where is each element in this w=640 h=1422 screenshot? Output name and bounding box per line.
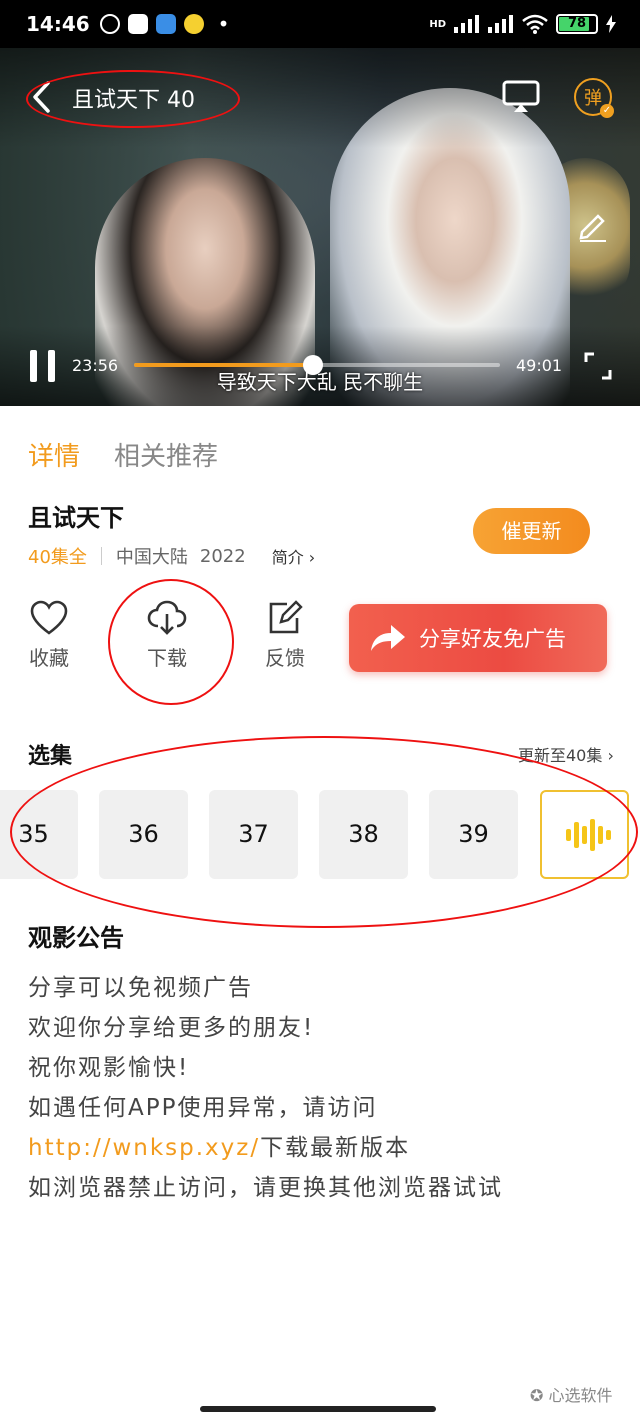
- pause-icon[interactable]: [30, 350, 56, 382]
- more-notifications-dot: •: [217, 12, 230, 36]
- wechat-icon: ✪: [530, 1386, 549, 1405]
- feedback-button[interactable]: 反馈: [250, 600, 320, 671]
- signal-icon-2: [488, 15, 513, 33]
- home-indicator[interactable]: [200, 1406, 436, 1412]
- episode-count: 40集全: [28, 547, 87, 568]
- annotation-ellipse-episodes: [10, 736, 638, 928]
- cast-icon[interactable]: [502, 80, 540, 114]
- edit-danmu-icon[interactable]: [576, 208, 610, 242]
- show-region: 中国大陆: [115, 547, 188, 568]
- share-arrow-icon: [371, 625, 405, 651]
- notice-line-5: http://wnksp.xyz/下载最新版本: [28, 1128, 410, 1162]
- notice-line-3: 祝你观影愉快!: [28, 1055, 190, 1081]
- notice-line-1: 分享可以免视频广告: [28, 975, 253, 1001]
- notice-line-6: 如浏览器禁止访问，请更换其他浏览器试试: [28, 1175, 503, 1201]
- fullscreen-icon[interactable]: [584, 352, 612, 380]
- wechat-watermark: ✪ 心选软件: [530, 1382, 613, 1406]
- show-meta: 40集全 中国大陆 2022 简介 ›: [28, 543, 315, 569]
- urge-update-button[interactable]: 催更新: [473, 508, 590, 554]
- alarm-icon: [99, 14, 120, 34]
- share-ad-label: 分享好友免广告: [419, 627, 566, 651]
- feedback-label: 反馈: [265, 646, 305, 670]
- tab-details[interactable]: 详情: [28, 436, 80, 473]
- annotation-circle-download: [108, 579, 234, 705]
- battery-indicator: 78: [556, 14, 598, 34]
- share-remove-ads-button[interactable]: 分享好友免广告: [349, 604, 607, 672]
- edit-note-icon: [269, 600, 303, 634]
- notice-line-2: 欢迎你分享给更多的朋友!: [28, 1015, 315, 1041]
- check-icon: ✓: [600, 104, 614, 118]
- qq-icon: [183, 14, 204, 34]
- watermark-label: 心选软件: [548, 1386, 613, 1405]
- signal-icon: [454, 15, 479, 33]
- notice-line-5-rest: 下载最新版本: [260, 1135, 411, 1161]
- status-time: 14:46: [26, 12, 90, 36]
- hd-label: HD: [429, 18, 446, 30]
- show-title: 且试天下: [28, 504, 124, 532]
- danmu-label: 弹: [584, 88, 602, 109]
- danmu-toggle-button[interactable]: 弹 ✓: [574, 78, 614, 118]
- status-bar: 14:46 • HD 78: [0, 0, 640, 48]
- total-time: 49:01: [516, 356, 563, 375]
- episodes-section-title: 选集: [28, 744, 73, 769]
- current-time: 23:56: [72, 356, 119, 375]
- annotation-circle-title: [26, 70, 240, 128]
- video-player[interactable]: 且试天下 40 弹 ✓ 导致天下大乱 民不聊生 23:56 49:01: [0, 48, 640, 406]
- favorite-button[interactable]: 收藏: [14, 600, 84, 671]
- charging-icon: [606, 15, 616, 33]
- download-site-link[interactable]: http://wnksp.xyz/: [28, 1135, 260, 1161]
- intro-link[interactable]: 简介 ›: [272, 544, 316, 568]
- browser-notification-icon: [155, 14, 176, 34]
- heart-icon: [30, 600, 68, 635]
- progress-played: [134, 363, 314, 367]
- app-notification-icon: [127, 14, 148, 34]
- detail-tabs: 详情 相关推荐: [28, 436, 218, 473]
- tab-recommendations[interactable]: 相关推荐: [114, 436, 218, 473]
- progress-bar[interactable]: [134, 355, 500, 375]
- wifi-icon: [522, 14, 548, 34]
- notice-line-4: 如遇任何APP使用异常，请访问: [28, 1095, 378, 1121]
- show-year: 2022: [199, 545, 246, 567]
- favorite-label: 收藏: [29, 646, 69, 670]
- notice-title: 观影公告: [28, 924, 124, 952]
